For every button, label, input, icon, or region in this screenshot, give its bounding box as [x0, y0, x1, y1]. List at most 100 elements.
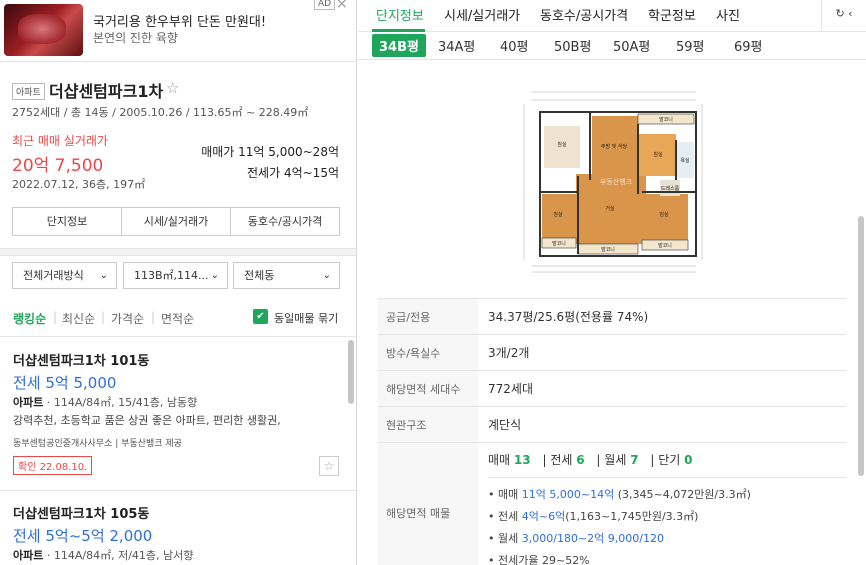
listing-description: 강력추천, 초등학교 품은 상권 좋은 아파트, 편리한 생활권, [13, 414, 281, 427]
pyeong-tab-34a[interactable]: 34A평 [438, 36, 475, 55]
complex-info: 2752세대 / 총 14동 / 2005.10.26 / 113.65㎡ ~ … [12, 106, 309, 119]
chevron-down-icon: ⌄ [322, 270, 331, 281]
floor-plan-image[interactable]: 침실 주방 및 식당 침실 거실 침실 침실 욕실 드레스룸 발코니 발코니 발… [518, 84, 708, 276]
pyeong-tab-50a[interactable]: 50A평 [613, 36, 650, 55]
room-label: 주방 및 식당 [601, 143, 628, 150]
listing-type: 아파트 [13, 396, 44, 409]
table-row: 해당면적 매물 매매 13 | 전세 6 | 월세 7 | 단기 0 • 매매 … [378, 442, 846, 565]
pyeong-tab-59[interactable]: 59평 [676, 36, 705, 55]
price-bullets: • 매매 11억 5,000~14억 (3,345~4,072만원/3.3㎡) … [488, 477, 846, 565]
listings-summary: 매매 13 | 전세 6 | 월세 7 | 단기 0 • 매매 11억 5,00… [478, 442, 846, 565]
area-dropdown[interactable]: 113B㎡,114... ⌄ [123, 262, 228, 289]
bullet-lease: • 전세 4억~6억(1,163~1,745만원/3.3㎡) [488, 510, 699, 523]
listing-title[interactable]: 더샵센텀파크1차 101동 [13, 350, 149, 369]
pyeong-tab-69[interactable]: 69평 [734, 36, 763, 55]
pyeong-tab-34b[interactable]: 34B평 [372, 34, 426, 57]
listing-price: 전세 5억~5억 2,000 [13, 527, 153, 545]
ad-close-icon[interactable]: × [336, 0, 348, 12]
deal-type-dropdown[interactable]: 전체거래방식 ⌄ [12, 262, 117, 289]
count-label: 월세 [604, 453, 627, 467]
tab-photos[interactable]: 사진 [716, 5, 740, 24]
bullet-label: 전세가율 29~52% [498, 554, 590, 565]
table-row: 현관구조 계단식 [378, 406, 846, 443]
tab-school[interactable]: 학군정보 [648, 5, 696, 24]
listing-spec-text: · 114A/84㎡, 저/41층, 남서향 [43, 549, 194, 562]
bullet-label: 전세 [498, 510, 522, 523]
group-checkbox-icon[interactable]: ✔ [253, 309, 268, 324]
list-scrollbar[interactable] [348, 340, 354, 404]
complex-name: 더샵센텀파크1차 [49, 82, 164, 101]
list-divider [0, 336, 356, 337]
count-number: 13 [513, 453, 531, 467]
room-label: 침실 [557, 141, 567, 148]
pyeong-tab-40[interactable]: 40평 [500, 36, 529, 55]
listing-favorite-icon[interactable]: ☆ [319, 456, 339, 476]
room-label: 거실 [605, 205, 615, 212]
listing-title[interactable]: 더샵센텀파크1차 105동 [13, 503, 149, 522]
price-history-button[interactable]: 시세/실거래가 [122, 208, 231, 235]
detail-value: 772세대 [478, 370, 846, 407]
ad-badge: AD [314, 0, 336, 10]
sort-separator: | [53, 310, 58, 324]
unit-price-button[interactable]: 동호수/공시가격 [231, 208, 339, 235]
tab-complex-info[interactable]: 단지정보 [376, 5, 424, 24]
bullet-price: 3,000/180~2억 9,000/120 [521, 532, 664, 545]
ad-title[interactable]: 국거리용 한우부위 단돈 만원대! [93, 11, 266, 30]
property-type-badge: 아파트 [12, 83, 45, 100]
room-label: 침실 [659, 211, 669, 218]
detail-value: 3개/2개 [478, 334, 846, 371]
detail-scrollbar[interactable] [858, 216, 864, 476]
bullet-unit: (3,345~4,072만원/3.3㎡) [614, 488, 751, 501]
bullet-sale: • 매매 11억 5,000~14억 (3,345~4,072만원/3.3㎡) [488, 488, 751, 501]
count-number: 0 [684, 453, 693, 467]
count-short[interactable]: | 단기 0 [650, 451, 692, 468]
count-lease[interactable]: | 전세 6 [542, 451, 584, 468]
listing-confirm-badge: 확인 22.08.10. [13, 456, 93, 475]
pyeong-tab-50b[interactable]: 50B평 [554, 36, 591, 55]
detail-value: 계단식 [478, 406, 846, 443]
complex-button-row: 단지정보 시세/실거래가 동호수/공시가격 [12, 207, 340, 236]
ad-banner[interactable]: 국거리용 한우부위 단돈 만원대! 본연의 진한 육향 AD × [0, 0, 356, 62]
sort-ranking[interactable]: 랭킹순 [13, 310, 46, 327]
listing-spec-text: · 114A/84㎡, 15/41층, 남동향 [43, 396, 198, 409]
listing-panel: 국거리용 한우부위 단돈 만원대! 본연의 진한 육향 AD × 아파트 더샵센… [0, 0, 357, 565]
count-label: 전세 [550, 453, 573, 467]
complex-info-button[interactable]: 단지정보 [13, 208, 122, 235]
count-monthly[interactable]: | 월세 7 [596, 451, 638, 468]
refresh-icon[interactable]: ↻ ‹ [821, 0, 866, 30]
listing-source: 동부센텀공인중개사사무소 | 부동산뱅크 제공 [13, 439, 182, 449]
room-label: 침실 [553, 211, 563, 218]
detail-key: 해당면적 매물 [378, 442, 478, 565]
sort-latest[interactable]: 최신순 [62, 310, 95, 327]
room-label: 발코니 [658, 242, 672, 249]
dong-dropdown[interactable]: 전체동 ⌄ [233, 262, 340, 289]
listing-spec: 아파트 · 114A/84㎡, 저/41층, 남서향 [13, 547, 193, 563]
tab-unit-price[interactable]: 동호수/공시가격 [540, 5, 628, 24]
bullet-monthly: • 월세 3,000/180~2억 9,000/120 [488, 532, 664, 545]
deal-type-value: 전체거래방식 [23, 269, 84, 282]
room-label: 드레스룸 [661, 185, 680, 192]
tab-price[interactable]: 시세/실거래가 [444, 5, 520, 24]
group-checkbox-label[interactable]: 동일매물 묶기 [274, 310, 338, 326]
recent-deal-date: 2022.07.12, 36층, 197㎡ [12, 178, 146, 191]
area-value: 113B㎡,114... [134, 269, 209, 282]
chevron-down-icon: ⌄ [210, 270, 219, 281]
count-number: 7 [630, 453, 639, 467]
room-label: 침실 [653, 151, 663, 158]
sort-price[interactable]: 가격순 [111, 310, 144, 327]
chevron-down-icon: ⌄ [99, 270, 108, 281]
room-label: 발코니 [552, 240, 566, 247]
listing-price: 전세 5억 5,000 [13, 374, 117, 392]
count-sale[interactable]: 매매 13 [488, 451, 531, 468]
ad-thumbnail[interactable] [4, 4, 83, 56]
listing-counts: 매매 13 | 전세 6 | 월세 7 | 단기 0 [488, 451, 846, 468]
bullet-price: 4억~6억 [521, 510, 566, 523]
count-label: 매매 [488, 453, 511, 467]
bullet-price: 11억 5,000~14억 [521, 488, 615, 501]
dong-value: 전체동 [244, 269, 275, 282]
room-label: 욕실 [680, 157, 690, 164]
bullet-unit: (1,163~1,745만원/3.3㎡) [565, 510, 699, 523]
table-row: 공급/전용 34.37평/25.6평(전용률 74%) [378, 298, 846, 335]
sort-area[interactable]: 면적순 [161, 310, 194, 327]
favorite-star-icon[interactable]: ☆ [166, 79, 179, 97]
